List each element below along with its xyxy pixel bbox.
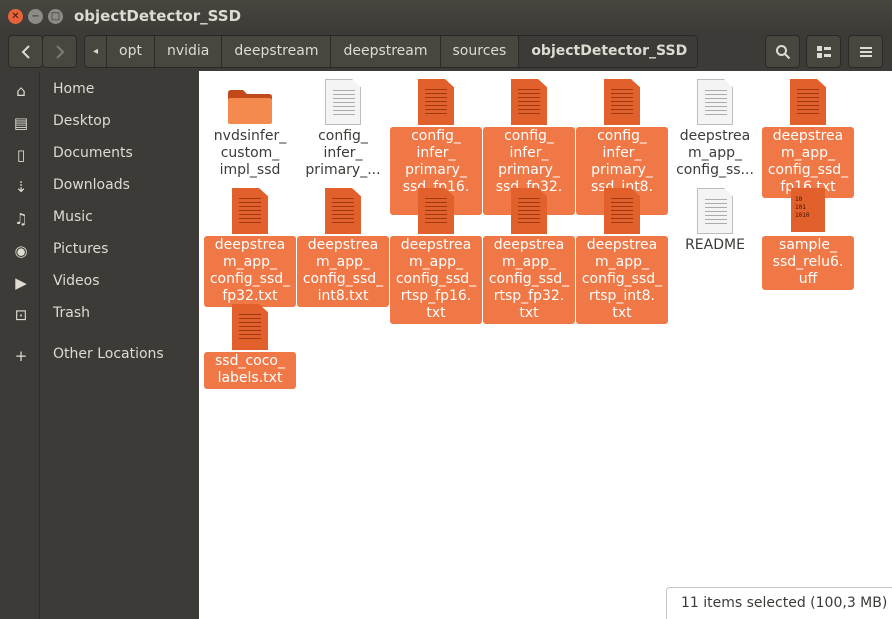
sidebar-item-videos[interactable]: ▶ Videos — [0, 268, 198, 298]
maximize-window-button[interactable]: □ — [48, 9, 63, 24]
path-scroll-left-button[interactable]: ◂ — [85, 36, 108, 67]
view-toggle-icon — [816, 46, 831, 58]
file-name-label: sample_ ssd_relu6. uff — [762, 236, 854, 290]
selection-status: 11 items selected (100,3 MB) — [666, 587, 892, 619]
sidebar-item-pictures[interactable]: ◉ Pictures — [0, 236, 198, 266]
file-name-label: deepstrea m_app_ config_ssd_ rtsp_fp16. … — [390, 236, 482, 324]
file-name-label: deepstrea m_app_ config_ssd_ int8.txt — [297, 236, 389, 307]
path-bar: ◂ opt nvidia deepstream deepstream sourc… — [84, 35, 698, 68]
text-file-icon — [604, 188, 640, 234]
file-name-label: deepstrea m_app_ config_ssd_ rtsp_fp32. … — [483, 236, 575, 324]
menu-button[interactable] — [848, 35, 883, 68]
search-button[interactable] — [765, 35, 800, 68]
window-title: objectDetector_SSD — [74, 7, 242, 25]
text-file-icon — [232, 188, 268, 234]
breadcrumb-nvidia[interactable]: nvidia — [155, 36, 223, 67]
video-icon: ▶ — [15, 274, 27, 292]
file-name-label: ssd_coco_ labels.txt — [204, 352, 296, 389]
back-button[interactable] — [8, 35, 43, 68]
places-sidebar: ⌂ Home ▤ Desktop ▯ Documents ⇣ Downloads… — [0, 71, 198, 619]
breadcrumb-deepstream-1[interactable]: deepstream — [222, 36, 332, 67]
text-file-icon — [604, 79, 640, 125]
music-icon: ♫ — [14, 210, 28, 228]
text-file-icon — [232, 304, 268, 350]
sidebar-item-label: Videos — [53, 273, 100, 289]
sidebar-item-trash[interactable]: ⊡ Trash — [0, 300, 198, 330]
plus-icon: + — [14, 347, 28, 365]
close-window-button[interactable]: ✕ — [8, 9, 23, 24]
sidebar-item-label: Other Locations — [53, 346, 164, 362]
sidebar-item-label: Documents — [53, 145, 133, 161]
file-view[interactable]: 11 items selected (100,3 MB) nvdsinfer_ … — [199, 71, 892, 619]
text-file-icon — [418, 79, 454, 125]
file-name-label: deepstrea m_app_ config_ss... — [676, 128, 754, 178]
sidebar-item-label: Home — [53, 81, 95, 97]
text-file-icon — [325, 188, 361, 234]
document-icon: ▯ — [16, 146, 26, 164]
breadcrumb-objectdetector-ssd[interactable]: objectDetector_SSD — [519, 36, 697, 67]
hamburger-menu-icon — [859, 47, 872, 57]
file-name-label: config_ infer_ primary_... — [305, 128, 381, 178]
text-file-icon — [511, 188, 547, 234]
title-bar: ✕ − □ objectDetector_SSD — [0, 0, 892, 33]
text-file-icon — [790, 79, 826, 125]
chevron-left-icon — [21, 45, 30, 59]
folder-icon — [227, 87, 273, 129]
sidebar-item-label: Music — [53, 209, 93, 225]
sidebar-item-other-locations[interactable]: + Other Locations — [0, 341, 198, 371]
file-manager-window: ✕ − □ objectDetector_SSD ◂ opt nvidia de… — [0, 0, 892, 619]
file-name-label: deepstrea m_app_ config_ssd_ rtsp_int8. … — [576, 236, 668, 324]
sidebar-item-documents[interactable]: ▯ Documents — [0, 140, 198, 170]
download-icon: ⇣ — [14, 178, 28, 196]
home-icon: ⌂ — [16, 82, 26, 100]
breadcrumb-opt[interactable]: opt — [107, 36, 155, 67]
view-toggle-button[interactable] — [806, 35, 841, 68]
search-icon — [775, 45, 790, 60]
sidebar-item-label: Trash — [53, 305, 90, 321]
file-name-label: README — [685, 237, 745, 253]
text-file-icon — [325, 79, 361, 125]
chevron-right-icon — [55, 45, 64, 59]
sidebar-item-label: Desktop — [53, 113, 111, 129]
forward-button[interactable] — [42, 35, 77, 68]
text-file-icon — [511, 79, 547, 125]
text-file-icon — [697, 79, 733, 125]
sidebar-divider — [39, 71, 40, 619]
trash-icon: ⊡ — [14, 306, 28, 324]
sidebar-item-label: Downloads — [53, 177, 130, 193]
text-file-icon — [418, 188, 454, 234]
breadcrumb-deepstream-2[interactable]: deepstream — [331, 36, 441, 67]
file-name-label: nvdsinfer_ custom_ impl_ssd — [213, 128, 287, 178]
sidebar-item-desktop[interactable]: ▤ Desktop — [0, 108, 198, 138]
breadcrumb-sources[interactable]: sources — [441, 36, 520, 67]
folder-icon: ▤ — [13, 114, 29, 132]
text-file-icon — [697, 188, 733, 234]
sidebar-item-label: Pictures — [53, 241, 109, 257]
file-name-label: deepstrea m_app_ config_ssd_ fp32.txt — [204, 236, 296, 307]
minimize-window-button[interactable]: − — [28, 9, 43, 24]
sidebar-item-downloads[interactable]: ⇣ Downloads — [0, 172, 198, 202]
toolbar: ◂ opt nvidia deepstream deepstream sourc… — [0, 33, 892, 71]
camera-icon: ◉ — [14, 242, 28, 260]
sidebar-item-music[interactable]: ♫ Music — [0, 204, 198, 234]
binary-file-icon: 10 101 1010 — [791, 188, 825, 232]
sidebar-item-home[interactable]: ⌂ Home — [0, 76, 198, 106]
